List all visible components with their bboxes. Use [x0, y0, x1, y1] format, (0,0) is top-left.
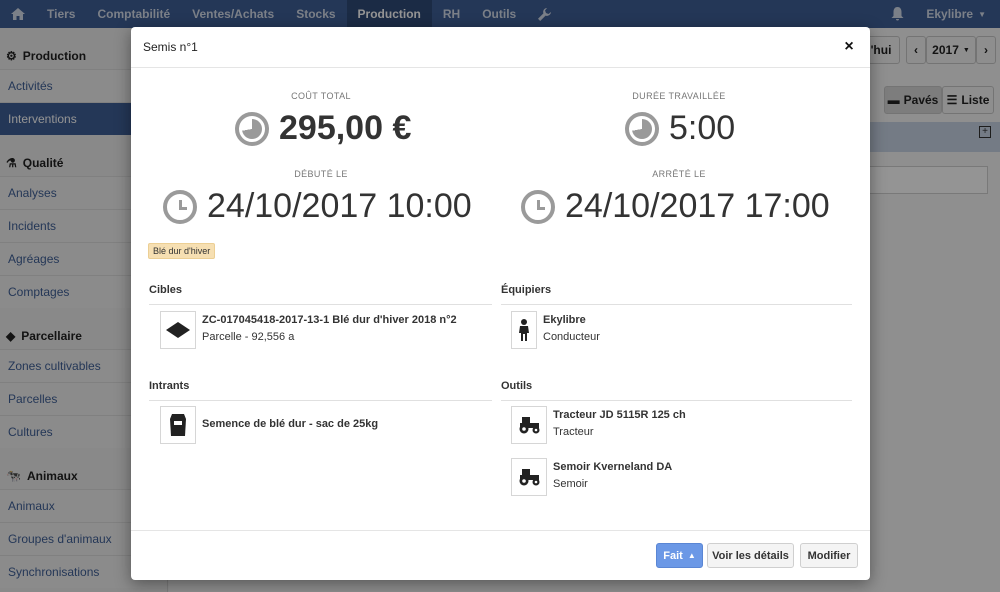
duration-value: 5:00 [669, 109, 736, 147]
section-title-cibles: Cibles [149, 284, 183, 296]
caret-up-icon: ▲ [687, 551, 696, 560]
cost-label: COÛT TOTAL [291, 91, 351, 101]
tool-type: Tracteur [553, 426, 594, 438]
done-button[interactable]: Fait ▲ [656, 543, 703, 568]
duration-stat: 5:00 [625, 109, 735, 148]
tool-type: Semoir [553, 478, 588, 490]
started-label: DÉBUTÉ LE [294, 169, 348, 179]
input-name: Semence de blé dur - sac de 25kg [202, 418, 379, 430]
tractor-icon [511, 406, 547, 444]
footer-divider [131, 530, 870, 531]
target-name: ZC-017045418-2017-13-1 Blé dur d'hiver 2… [202, 314, 457, 326]
section-title-intrants: Intrants [149, 380, 190, 392]
target-detail: Parcelle - 92,556 a [202, 331, 295, 343]
done-label: Fait [663, 549, 683, 562]
cost-stat: 295,00 € [235, 109, 411, 148]
input-card[interactable]: Semence de blé dur - sac de 25kg [160, 406, 378, 444]
close-icon[interactable]: × [840, 38, 858, 56]
worker-role: Conducteur [543, 331, 600, 343]
tool-card[interactable]: Tracteur JD 5115R 125 ch Tracteur [511, 406, 686, 444]
edit-label: Modifier [807, 549, 851, 562]
divider [501, 304, 852, 305]
intervention-modal: Semis n°1 × COÛT TOTAL 295,00 € DURÉE TR… [131, 27, 870, 580]
modal-header: Semis n°1 × [131, 27, 870, 68]
started-value: 24/10/2017 10:00 [207, 187, 472, 225]
edit-button[interactable]: Modifier [800, 543, 858, 568]
modal-title: Semis n°1 [143, 40, 198, 54]
tractor-icon [511, 458, 547, 496]
section-title-equipiers: Équipiers [501, 284, 552, 296]
stopped-stat: 24/10/2017 17:00 [521, 187, 830, 226]
parcel-icon [160, 311, 196, 349]
divider [501, 400, 852, 401]
stopped-label: ARRÊTÉ LE [652, 169, 706, 179]
tool-name: Tracteur JD 5115R 125 ch [553, 409, 686, 421]
worker-card[interactable]: Ekylibre Conducteur [511, 311, 600, 349]
view-details-button[interactable]: Voir les détails [707, 543, 794, 568]
stopped-value: 24/10/2017 17:00 [565, 187, 830, 225]
section-title-outils: Outils [501, 380, 533, 392]
divider [149, 400, 492, 401]
target-card[interactable]: ZC-017045418-2017-13-1 Blé dur d'hiver 2… [160, 311, 457, 349]
pie-clock-icon [235, 111, 269, 146]
clock-icon [521, 189, 555, 224]
tool-name: Semoir Kverneland DA [553, 461, 673, 473]
clock-icon [163, 189, 197, 224]
cost-value: 295,00 € [279, 109, 412, 147]
person-icon [511, 311, 537, 349]
crop-tag: Blé dur d'hiver [148, 243, 216, 259]
seed-bag-icon [160, 406, 196, 444]
pie-clock-icon [625, 111, 659, 146]
duration-label: DURÉE TRAVAILLÉE [632, 91, 726, 101]
view-details-label: Voir les détails [712, 549, 789, 562]
worker-name: Ekylibre [543, 314, 586, 326]
divider [149, 304, 492, 305]
tool-card[interactable]: Semoir Kverneland DA Semoir [511, 458, 672, 496]
started-stat: 24/10/2017 10:00 [163, 187, 472, 226]
